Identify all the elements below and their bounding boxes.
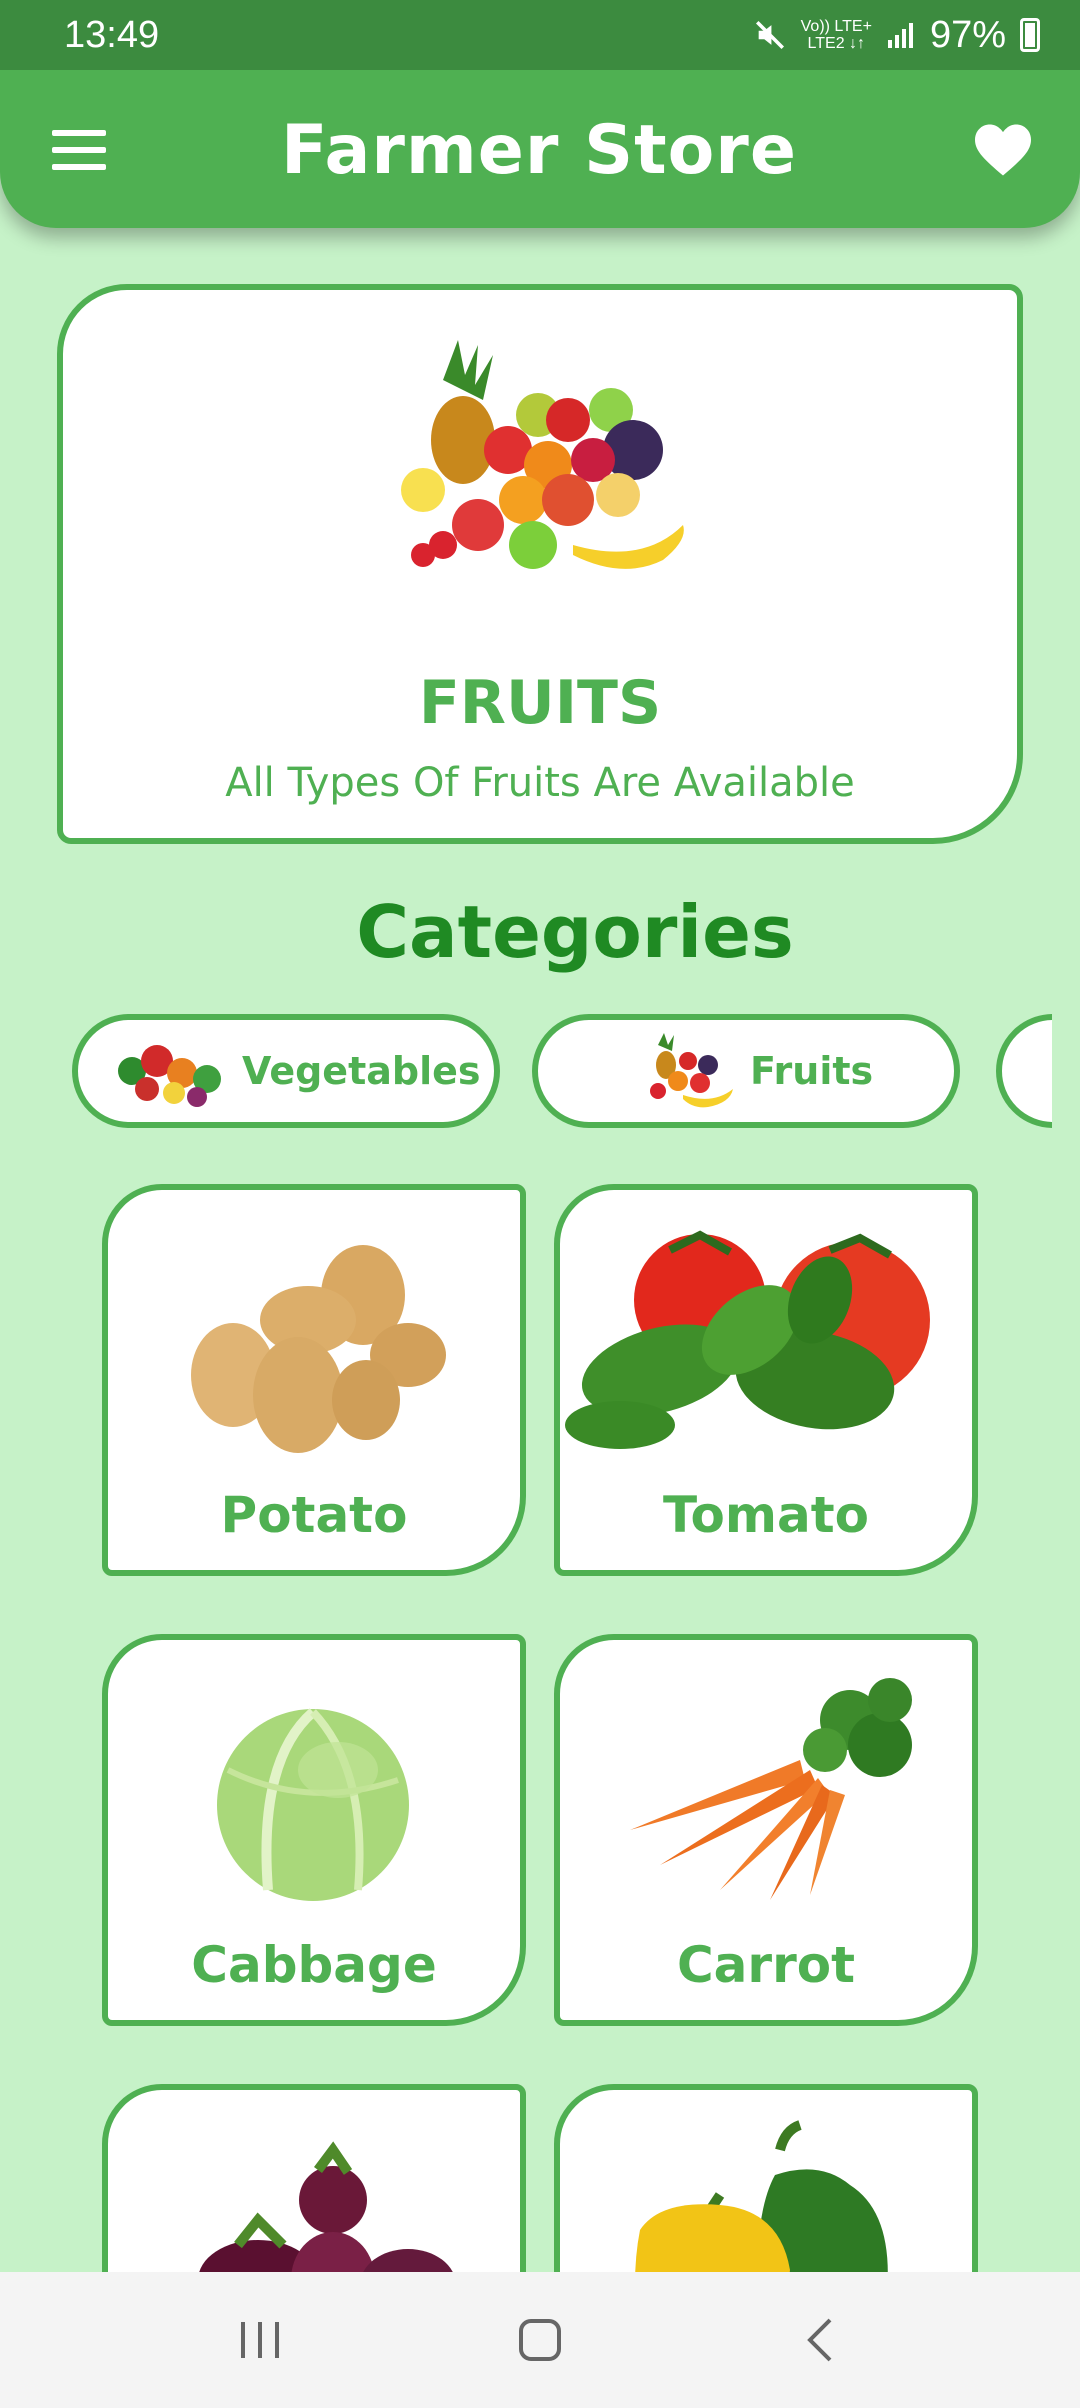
battery-percent: 97% [929, 13, 1006, 56]
fruits-banner[interactable]: FRUITS All Types Of Fruits Are Available [57, 284, 1023, 844]
chip-fruits[interactable]: Fruits [532, 1014, 960, 1128]
status-indicators: Vo)) LTE+ LTE2 ↓↑ 97% [753, 14, 1040, 57]
banner-subtitle: All Types Of Fruits Are Available [225, 760, 855, 806]
home-button[interactable] [500, 2300, 580, 2380]
recent-apps-icon [241, 2322, 279, 2358]
banner-title: FRUITS [418, 668, 662, 738]
recent-apps-button[interactable] [220, 2300, 300, 2380]
product-card-cabbage[interactable]: Cabbage [102, 1634, 526, 2026]
home-icon [519, 2319, 561, 2361]
system-nav-bar [0, 2272, 1080, 2408]
vegetables-thumbnail [118, 1045, 221, 1107]
status-time: 13:49 [64, 13, 160, 56]
network-label-top: Vo)) LTE+ [800, 18, 872, 35]
categories-title: Categories [356, 890, 794, 974]
potato-image [191, 1245, 446, 1453]
back-icon [807, 2318, 832, 2362]
fruit-basket-image [401, 340, 684, 569]
product-name: Tomato [663, 1486, 869, 1544]
cabbage-image [217, 1708, 409, 1901]
category-chips: Vegetables Fruits [72, 1014, 1052, 1128]
chip-partial[interactable] [996, 1014, 1052, 1128]
battery-icon [1020, 18, 1040, 52]
heart-icon[interactable] [972, 122, 1034, 178]
product-name: Cabbage [191, 1936, 437, 1994]
signal-icon [887, 23, 913, 48]
fruits-thumbnail [650, 1033, 733, 1108]
carrot-image [630, 1678, 912, 1900]
network-label-bottom: LTE2 ↓↑ [807, 35, 866, 52]
chip-label: Vegetables [242, 1049, 481, 1093]
product-card-potato[interactable]: Potato [102, 1184, 526, 1576]
menu-icon[interactable] [52, 130, 106, 170]
product-name: Carrot [676, 1936, 855, 1994]
product-card-tomato[interactable]: Tomato [554, 1184, 978, 1576]
product-name: Potato [220, 1486, 408, 1544]
app-title: Farmer Store [281, 110, 797, 190]
back-button[interactable] [780, 2300, 860, 2380]
chip-vegetables[interactable]: Vegetables [72, 1014, 500, 1128]
mute-icon [755, 20, 784, 50]
product-card-carrot[interactable]: Carrot [554, 1634, 978, 2026]
status-bar: 13:49 Vo)) LTE+ LTE2 ↓↑ 97% [0, 0, 1080, 70]
chip-label: Fruits [750, 1049, 874, 1093]
tomato-image [565, 1230, 930, 1449]
